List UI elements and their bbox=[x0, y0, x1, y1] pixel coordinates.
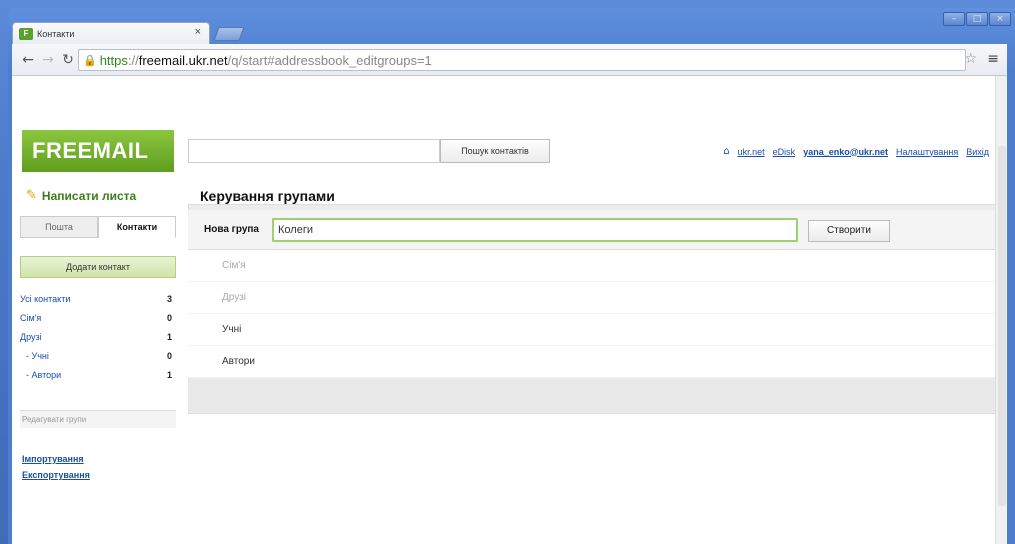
freemail-favicon-icon: F bbox=[19, 27, 33, 40]
edisk-link[interactable]: eDisk bbox=[773, 147, 796, 157]
back-arrow-icon[interactable]: ← bbox=[18, 52, 38, 68]
group-name: Сім'я bbox=[222, 260, 246, 271]
settings-link[interactable]: Налаштування bbox=[896, 147, 958, 157]
close-window-button[interactable]: × bbox=[989, 12, 1011, 26]
search-contacts-button[interactable]: Пошук контактів bbox=[440, 139, 550, 163]
export-link[interactable]: Експортування bbox=[22, 470, 90, 480]
url-path: /q/start#addressbook_editgroups=1 bbox=[227, 52, 432, 68]
group-name: Учні bbox=[222, 324, 242, 335]
user-email[interactable]: yana_enko@ukr.net bbox=[803, 147, 888, 157]
pen-icon: ✎ bbox=[26, 188, 37, 203]
bookmark-star-icon[interactable]: ☆ bbox=[964, 51, 977, 67]
list-item-label: - Учні bbox=[26, 351, 49, 361]
groups-list: Сім'я Друзі Учні Автори bbox=[188, 250, 996, 378]
tab-close-icon[interactable]: × bbox=[195, 26, 201, 38]
url-scheme: https bbox=[99, 52, 128, 68]
url-host: freemail.ukr.net bbox=[138, 52, 228, 68]
edit-groups-link[interactable]: Редагувати групи bbox=[20, 410, 176, 428]
list-item-label: - Автори bbox=[26, 370, 62, 380]
page-content: FREEMAIL Пошук контактів ⌂ ukr.net eDisk… bbox=[12, 76, 996, 544]
create-group-button[interactable]: Створити bbox=[808, 220, 890, 242]
list-item-count: 1 bbox=[166, 332, 172, 342]
reload-icon[interactable]: ↻ bbox=[58, 52, 78, 68]
lock-icon: 🔒 bbox=[83, 53, 97, 67]
sidebar-item-students[interactable]: - Учні 0 bbox=[20, 347, 176, 366]
group-name: Друзі bbox=[222, 292, 247, 303]
sidebar-item-friends[interactable]: Друзі 1 bbox=[20, 328, 176, 347]
list-item-count: 0 bbox=[166, 313, 172, 323]
browser-toolbar: ← → ↻ 🔒 https://freemail.ukr.net/q/start… bbox=[12, 44, 1007, 76]
freemail-logo[interactable]: FREEMAIL bbox=[22, 130, 174, 172]
browser-tab[interactable]: F Контакти × bbox=[12, 22, 210, 44]
maximize-button[interactable]: □ bbox=[966, 12, 988, 26]
panel-footer bbox=[188, 380, 996, 412]
list-item-count: 1 bbox=[166, 370, 172, 380]
list-item-label: Усі контакти bbox=[20, 294, 71, 304]
home-icon: ⌂ bbox=[723, 146, 730, 157]
group-name: Автори bbox=[222, 356, 255, 367]
group-row-friends[interactable]: Друзі bbox=[188, 282, 996, 314]
tab-contacts[interactable]: Контакти bbox=[98, 216, 176, 238]
minimize-button[interactable]: – bbox=[943, 12, 965, 26]
group-row-family[interactable]: Сім'я bbox=[188, 250, 996, 282]
new-group-row: Нова група Колеги Створити bbox=[188, 210, 996, 250]
sidebar-tabs: Пошта Контакти bbox=[20, 216, 176, 238]
search-input[interactable] bbox=[188, 139, 440, 163]
tab-bar: F Контакти × bbox=[12, 20, 245, 44]
compose-link[interactable]: ✎ Написати листа bbox=[26, 188, 136, 203]
tab-title: Контакти bbox=[37, 28, 75, 39]
list-item-count: 0 bbox=[166, 351, 172, 361]
new-group-input[interactable]: Колеги bbox=[272, 218, 798, 242]
scrollbar[interactable] bbox=[995, 76, 1007, 544]
import-link[interactable]: Імпортування bbox=[22, 454, 90, 464]
logout-link[interactable]: Вихід bbox=[966, 147, 989, 157]
sidebar-item-authors[interactable]: - Автори 1 bbox=[20, 366, 176, 385]
tab-mail[interactable]: Пошта bbox=[20, 216, 98, 238]
menu-icon[interactable]: ≡ bbox=[987, 51, 999, 67]
forward-arrow-icon[interactable]: → bbox=[38, 52, 58, 68]
ukrnet-link[interactable]: ukr.net bbox=[738, 147, 765, 157]
list-item-count: 3 bbox=[166, 294, 172, 304]
sidebar-item-family[interactable]: Сім'я 0 bbox=[20, 309, 176, 328]
top-links: ⌂ ukr.net eDisk yana_enko@ukr.net Налашт… bbox=[723, 146, 989, 157]
add-contact-button[interactable]: Додати контакт bbox=[20, 256, 176, 278]
list-item-label: Сім'я bbox=[20, 313, 42, 323]
contact-groups-list: Усі контакти 3 Сім'я 0 Друзі 1 - Учні 0 … bbox=[20, 290, 176, 385]
group-row-authors[interactable]: Автори bbox=[188, 346, 996, 378]
address-bar[interactable]: 🔒 https://freemail.ukr.net/q/start#addre… bbox=[78, 49, 966, 71]
group-row-students[interactable]: Учні bbox=[188, 314, 996, 346]
new-tab-button[interactable] bbox=[213, 27, 245, 41]
new-group-label: Нова група bbox=[204, 224, 259, 235]
sidebar-item-all-contacts[interactable]: Усі контакти 3 bbox=[20, 290, 176, 309]
list-item-label: Друзі bbox=[20, 332, 42, 342]
scroll-thumb[interactable] bbox=[998, 146, 1006, 506]
page-title: Керування групами bbox=[200, 188, 335, 204]
url-separator: :// bbox=[127, 52, 139, 68]
import-export-links: Імпортування Експортування bbox=[22, 454, 90, 486]
compose-label: Написати листа bbox=[41, 188, 137, 203]
window-controls: – □ × bbox=[942, 12, 1011, 26]
